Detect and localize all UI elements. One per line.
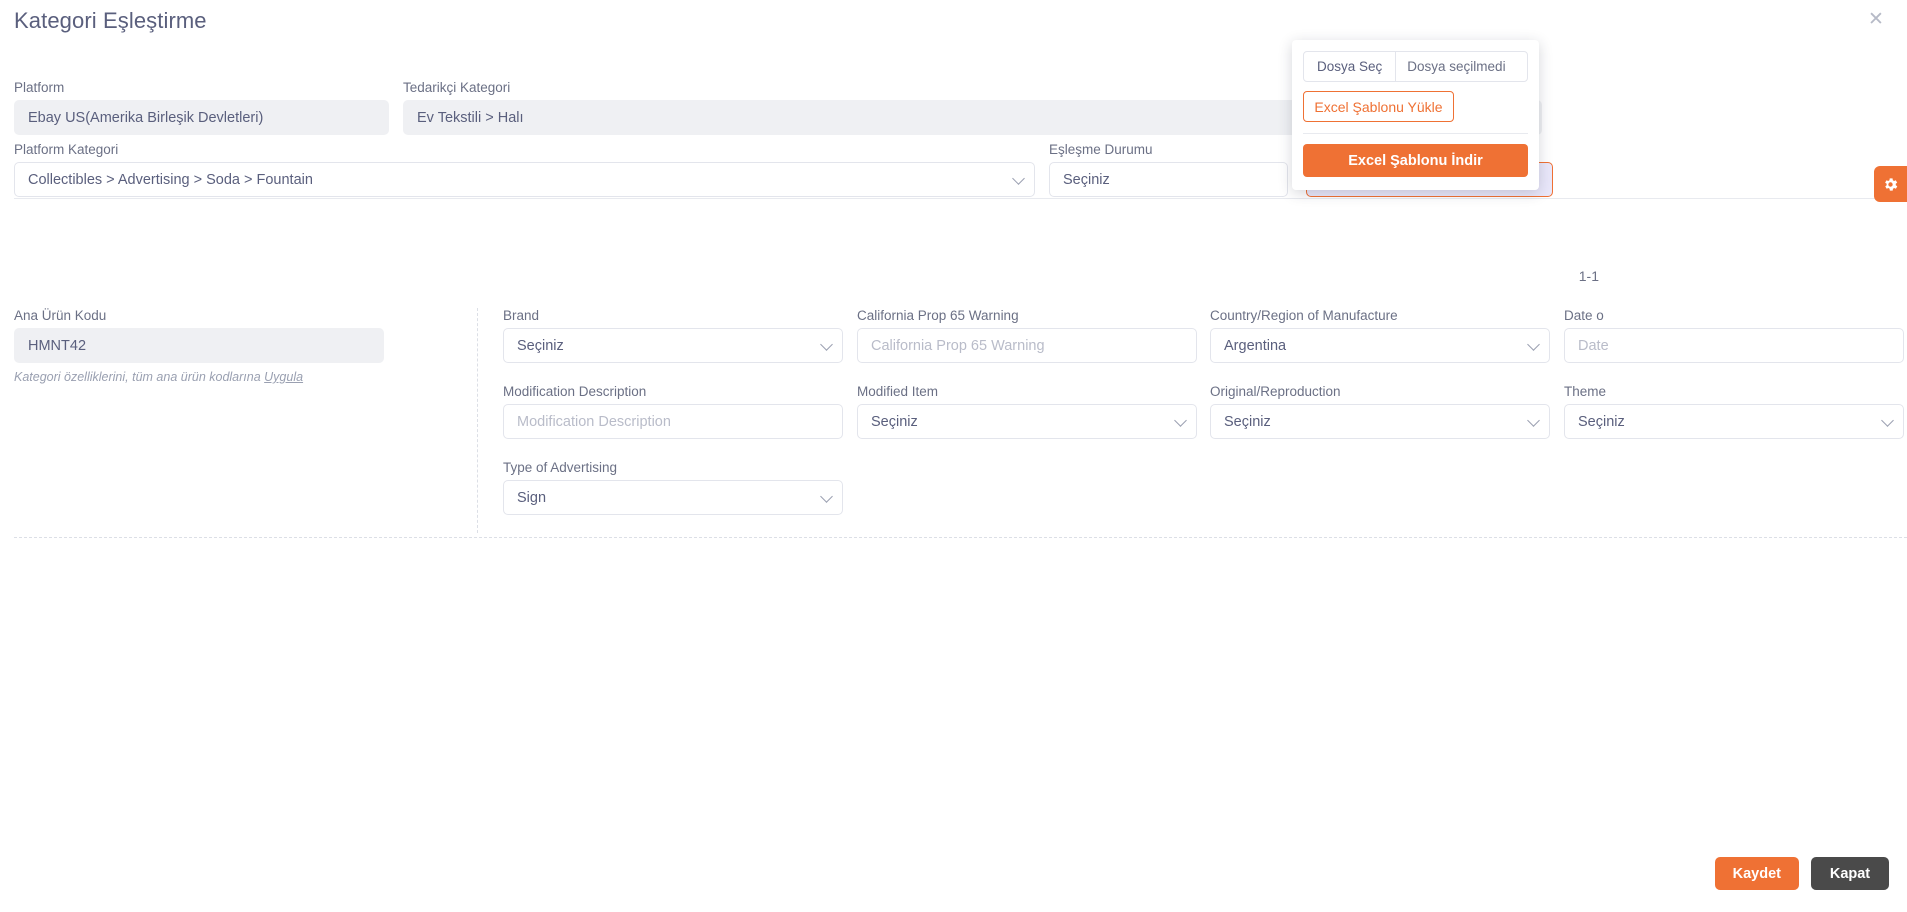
gear-icon <box>1885 177 1898 191</box>
attribute-label: Country/Region of Manufacture <box>1210 308 1398 323</box>
excel-actions-dropdown: Dosya Seç Dosya seçilmedi Excel Şablonu … <box>1292 40 1539 190</box>
attribute-input[interactable]: Date <box>1564 328 1904 363</box>
apply-to-all-hint: Kategori özelliklerini, tüm ana ürün kod… <box>14 370 464 384</box>
attribute-value: California Prop 65 Warning <box>871 337 1045 354</box>
platform-input: Ebay US(Amerika Birleşik Devletleri) <box>14 100 389 135</box>
page-title: Kategori Eşleştirme <box>14 8 207 33</box>
attribute-value: Sign <box>517 489 547 506</box>
attribute-label: California Prop 65 Warning <box>857 308 1019 323</box>
apply-link[interactable]: Uygula <box>264 370 303 384</box>
footer-actions: Kaydet Kapat <box>1714 857 1889 890</box>
bottom-dashed-divider <box>14 537 1907 538</box>
platform-category-value: Collectibles > Advertising > Soda > Foun… <box>28 171 313 188</box>
excel-template-download-button[interactable]: Excel Şablonu İndir <box>1303 144 1528 177</box>
field-platform-category: Platform Kategori Collectibles > Adverti… <box>14 142 1035 197</box>
attribute-value: Date <box>1578 337 1609 354</box>
close-icon[interactable]: ✕ <box>1863 6 1889 32</box>
attribute-select[interactable]: Argentina <box>1210 328 1550 363</box>
match-status-value: Seçiniz <box>1063 171 1110 188</box>
attribute-select[interactable]: Seçiniz <box>503 328 843 363</box>
chevron-down-icon <box>1174 413 1187 427</box>
close-button[interactable]: Kapat <box>1811 857 1889 890</box>
file-name-label: Dosya seçilmedi <box>1407 59 1506 74</box>
attribute-label: Modified Item <box>857 384 939 399</box>
field-original-reproduction: Original/Reproduction Seçiniz <box>1210 384 1550 439</box>
pagination-label: 1-1 <box>1578 268 1599 284</box>
attribute-select[interactable]: Seçiniz <box>1210 404 1550 439</box>
vertical-divider <box>477 308 478 533</box>
attribute-value: Seçiniz <box>517 337 564 354</box>
attribute-label: Brand <box>503 308 540 323</box>
field-type-of-advertising: Type of Advertising Sign <box>503 460 843 515</box>
settings-tab[interactable] <box>1874 166 1907 202</box>
platform-category-select[interactable]: Collectibles > Advertising > Soda > Foun… <box>14 162 1035 197</box>
excel-template-upload-button[interactable]: Excel Şablonu Yükle <box>1303 91 1454 122</box>
attribute-label: Theme <box>1564 384 1607 399</box>
attribute-input[interactable]: California Prop 65 Warning <box>857 328 1197 363</box>
save-button[interactable]: Kaydet <box>1714 857 1799 890</box>
attribute-label: Type of Advertising <box>503 460 618 475</box>
field-main-product-code: Ana Ürün Kodu HMNT42 Kategori özellikler… <box>14 308 464 384</box>
attribute-select[interactable]: Sign <box>503 480 843 515</box>
attribute-select[interactable]: Seçiniz <box>1564 404 1904 439</box>
apply-hint-text: Kategori özelliklerini, tüm ana ürün kod… <box>14 370 265 384</box>
field-theme: Theme Seçiniz <box>1564 384 1904 439</box>
modal-header: Kategori Eşleştirme ✕ <box>0 0 1907 44</box>
panel-divider <box>1303 133 1528 134</box>
attribute-value: Modification Description <box>517 413 671 430</box>
attribute-value: Argentina <box>1224 337 1287 354</box>
field-platform-category-label: Platform Kategori <box>14 142 119 157</box>
file-picker[interactable]: Dosya Seç Dosya seçilmedi <box>1303 51 1528 82</box>
chevron-down-icon <box>820 337 833 351</box>
chevron-down-icon <box>1527 337 1540 351</box>
field-country-region-of-manufacture: Country/Region of Manufacture Argentina <box>1210 308 1550 363</box>
attribute-select[interactable]: Seçiniz <box>857 404 1197 439</box>
field-main-product-code-label: Ana Ürün Kodu <box>14 308 107 323</box>
attribute-value: Seçiniz <box>1578 413 1625 430</box>
attribute-value: Seçiniz <box>871 413 918 430</box>
field-date-o: Date o Date <box>1564 308 1904 363</box>
field-platform-label: Platform <box>14 80 65 95</box>
match-status-select[interactable]: Seçiniz <box>1049 162 1288 197</box>
field-platform: Platform Ebay US(Amerika Birleşik Devlet… <box>14 80 389 135</box>
attribute-label: Original/Reproduction <box>1210 384 1341 399</box>
chevron-down-icon <box>1527 413 1540 427</box>
field-modification-description: Modification Description Modification Des… <box>503 384 843 439</box>
category-mapping-modal: Kategori Eşleştirme ✕ Platform Ebay US(A… <box>0 0 1907 912</box>
field-match-status: Eşleşme Durumu Seçiniz <box>1049 142 1288 197</box>
chevron-down-icon <box>1881 413 1894 427</box>
attribute-label: Date o <box>1564 308 1604 323</box>
attribute-label: Modification Description <box>503 384 647 399</box>
file-select-button[interactable]: Dosya Seç <box>1304 52 1397 81</box>
field-california-prop-65-warning: California Prop 65 Warning California Pro… <box>857 308 1197 363</box>
chevron-down-icon <box>1012 171 1025 185</box>
main-product-code-input: HMNT42 <box>14 328 384 363</box>
attribute-input[interactable]: Modification Description <box>503 404 843 439</box>
field-modified-item: Modified Item Seçiniz <box>857 384 1197 439</box>
field-match-status-label: Eşleşme Durumu <box>1049 142 1153 157</box>
chevron-down-icon <box>820 489 833 503</box>
section-divider <box>14 198 1907 199</box>
field-brand: Brand Seçiniz <box>503 308 843 363</box>
attribute-value: Seçiniz <box>1224 413 1271 430</box>
